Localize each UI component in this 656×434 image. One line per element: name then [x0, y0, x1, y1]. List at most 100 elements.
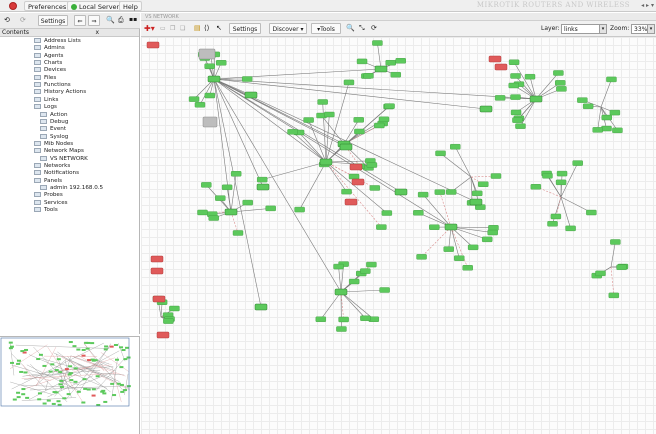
map-node[interactable] [547, 221, 558, 227]
tree-item[interactable]: Agents [34, 52, 63, 60]
tools-button[interactable]: ▾Tools [311, 23, 341, 34]
map-node-down[interactable] [344, 198, 358, 206]
map-node[interactable] [508, 59, 520, 65]
map-node[interactable] [390, 72, 401, 78]
tree-item[interactable]: Links [34, 96, 58, 104]
map-node[interactable] [385, 60, 396, 66]
map-node[interactable] [265, 205, 276, 212]
map-node[interactable] [381, 210, 393, 216]
map-node[interactable] [606, 76, 617, 83]
tree-item[interactable]: Files [34, 74, 56, 82]
map-node[interactable] [553, 70, 564, 76]
map-node-down[interactable] [150, 267, 164, 275]
redo-icon[interactable]: ⟳ [20, 16, 26, 24]
map-node[interactable] [429, 224, 440, 230]
map-node[interactable] [221, 184, 233, 191]
map-node[interactable] [572, 160, 583, 166]
map-node-down[interactable] [152, 295, 166, 303]
tree-item[interactable]: Syslog [40, 133, 68, 141]
import-button[interactable]: ⇒ [88, 15, 100, 26]
map-node[interactable] [609, 109, 621, 116]
map-node[interactable] [394, 188, 408, 196]
map-node[interactable] [163, 318, 174, 324]
map-node[interactable] [197, 209, 208, 216]
map-node[interactable] [469, 198, 483, 206]
window-controls-icon[interactable]: ◂ ▸ ▾ [641, 2, 654, 9]
copy-icon[interactable]: ❐ [170, 25, 175, 32]
tree-item[interactable]: Mib Nodes [34, 140, 73, 148]
map-node[interactable] [462, 265, 473, 271]
lock-icon[interactable]: ▤ [194, 24, 201, 32]
map-node[interactable] [230, 171, 242, 177]
map-node-down[interactable] [150, 255, 164, 263]
map-node[interactable] [508, 82, 519, 89]
map-node[interactable] [338, 316, 349, 323]
map-node[interactable] [256, 183, 270, 191]
map-settings-button[interactable]: Settings [229, 23, 261, 34]
map-node[interactable] [582, 103, 594, 109]
map-node[interactable] [608, 292, 620, 299]
layer-select[interactable]: links ▾ [561, 24, 607, 34]
map-node[interactable] [379, 287, 390, 293]
map-node[interactable] [254, 303, 268, 311]
map-node[interactable] [529, 95, 543, 103]
map-node[interactable] [446, 189, 457, 195]
tree-item[interactable]: Logs [34, 104, 57, 111]
map-node[interactable] [188, 96, 200, 102]
map-node[interactable] [333, 263, 344, 270]
map-node[interactable] [612, 127, 623, 134]
map-node[interactable] [303, 117, 314, 123]
map-node[interactable] [434, 189, 446, 195]
map-node[interactable] [363, 73, 374, 79]
map-node[interactable] [413, 210, 424, 216]
map-node[interactable] [487, 229, 498, 236]
map-node[interactable] [556, 86, 567, 92]
map-node[interactable] [595, 270, 606, 277]
map-node[interactable] [586, 209, 597, 216]
map-node[interactable] [510, 109, 522, 116]
layout-icon[interactable]: ⤡ [359, 24, 365, 33]
map-node[interactable] [417, 191, 429, 198]
map-node[interactable] [478, 181, 489, 187]
tree-item[interactable]: VS NETWORK [40, 155, 88, 163]
tree-item[interactable]: Functions [34, 82, 71, 89]
map-node[interactable] [616, 264, 627, 270]
map-node[interactable] [444, 223, 458, 231]
map-node[interactable] [510, 73, 521, 79]
map-node[interactable] [360, 268, 371, 274]
map-node-down[interactable] [494, 63, 508, 71]
preferences-menu[interactable]: Preferences [24, 1, 71, 11]
paste-icon[interactable]: ❏ [180, 25, 185, 32]
map-node[interactable] [294, 206, 305, 213]
map-node[interactable] [360, 315, 371, 321]
map-node-unknown[interactable] [202, 116, 218, 128]
map-node[interactable] [488, 225, 499, 231]
tree-item[interactable]: History Actions [34, 89, 86, 96]
map-node[interactable] [454, 255, 465, 261]
map-node[interactable] [315, 316, 327, 322]
map-node[interactable] [334, 288, 348, 296]
tree-item[interactable]: Action [40, 111, 68, 119]
map-node[interactable] [341, 188, 352, 195]
cut-icon[interactable]: ▭ [160, 25, 166, 32]
tree-item[interactable]: Notifications [34, 170, 79, 177]
map-node[interactable] [555, 80, 566, 86]
map-node[interactable] [384, 103, 395, 109]
print-icon[interactable]: ⎙ [118, 16, 124, 25]
map-node[interactable] [610, 239, 621, 245]
map-canvas[interactable] [141, 37, 656, 434]
map-node[interactable] [556, 170, 568, 177]
map-node-down[interactable] [146, 41, 160, 49]
map-node[interactable] [512, 117, 523, 123]
map-node[interactable] [216, 60, 227, 66]
map-node[interactable] [565, 225, 576, 232]
map-node[interactable] [601, 125, 612, 132]
stop-icon[interactable] [9, 2, 17, 10]
map-node[interactable] [353, 117, 364, 123]
map-node[interactable] [467, 244, 479, 251]
map-node[interactable] [201, 182, 212, 188]
map-node[interactable] [524, 73, 536, 80]
map-node[interactable] [204, 63, 215, 69]
find-icon[interactable]: 🔍 [346, 24, 355, 32]
map-node[interactable] [241, 76, 253, 82]
